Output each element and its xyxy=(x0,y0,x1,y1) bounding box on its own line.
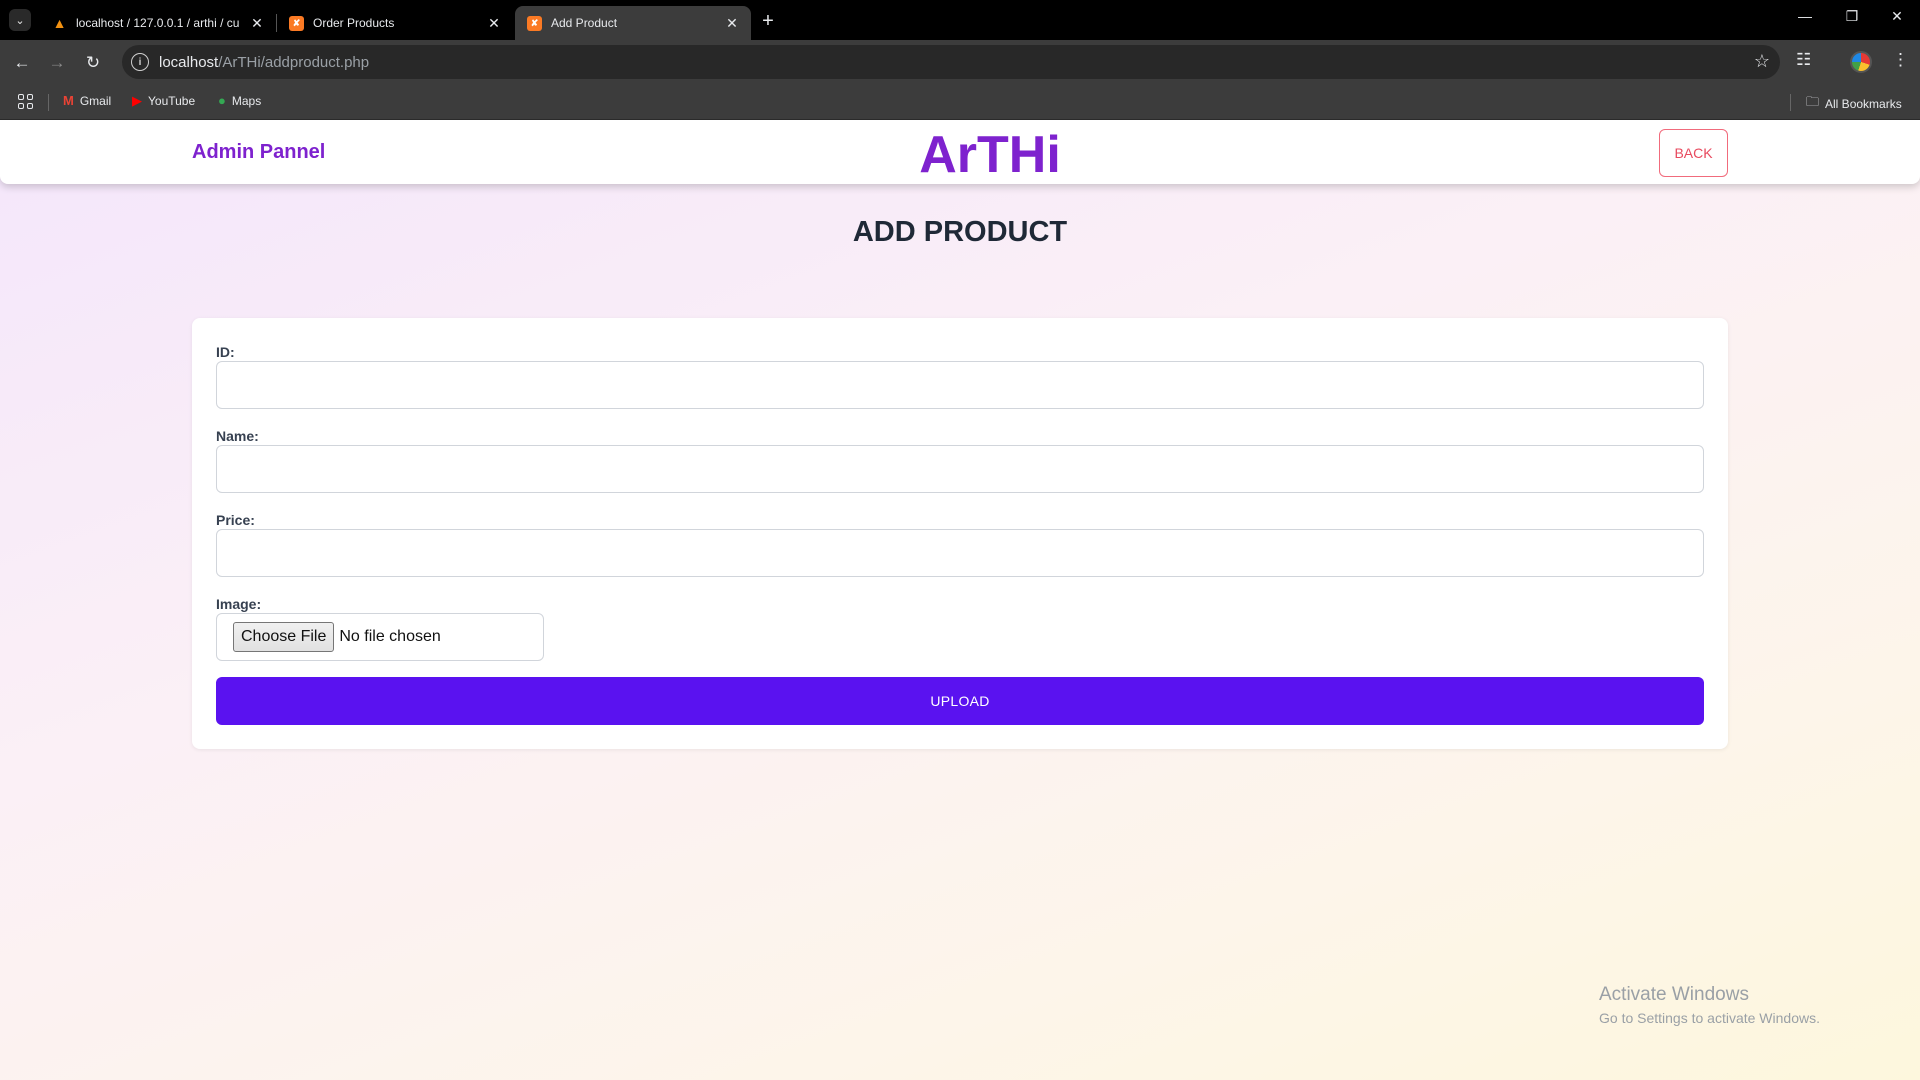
browser-tab-phpmyadmin[interactable]: ▲ localhost / 127.0.0.1 / arthi / cu ✕ xyxy=(40,6,276,40)
xampp-icon: ✘ xyxy=(527,15,542,31)
page-title: ADD PRODUCT xyxy=(852,216,1068,248)
bookmarks-bar: M Gmail ▶ YouTube ● Maps 🗀 All Bookmarks xyxy=(0,85,1920,120)
no-file-text: No file chosen xyxy=(339,628,441,645)
youtube-icon: ▶ xyxy=(132,93,142,108)
brand-logo: ArTHi xyxy=(919,126,1061,184)
watermark-title: Activate Windows xyxy=(1599,984,1749,1005)
bookmark-divider xyxy=(1790,94,1791,111)
window-close-icon[interactable]: ✕ xyxy=(1885,8,1909,25)
forward-arrow-icon[interactable]: → xyxy=(44,50,70,76)
bookmark-label: Maps xyxy=(231,93,262,108)
back-arrow-icon[interactable]: ← xyxy=(9,50,35,76)
url-host: localhost xyxy=(159,53,219,71)
tab-title: Order Products xyxy=(313,16,395,30)
xampp-icon: ✘ xyxy=(289,15,304,31)
image-file-input[interactable]: Choose File No file chosen xyxy=(216,613,544,661)
tab-title: Add Product xyxy=(551,16,618,30)
close-icon[interactable]: ✕ xyxy=(248,14,266,32)
bookmark-star-icon[interactable]: ☆ xyxy=(1754,51,1770,72)
menu-dots-icon[interactable]: ⋮ xyxy=(1892,50,1909,70)
browser-toolbar: ← → ↻ i localhost/ArTHi/addproduct.php ☆… xyxy=(0,40,1920,85)
gmail-icon: M xyxy=(63,93,74,108)
url-text[interactable]: localhost/ArTHi/addproduct.php xyxy=(159,54,369,71)
browser-tab-bar: ⌄ ▲ localhost / 127.0.0.1 / arthi / cu ✕… xyxy=(0,0,1920,40)
choose-file-button[interactable]: Choose File xyxy=(233,622,335,652)
name-input[interactable] xyxy=(216,445,1704,493)
restore-icon[interactable]: ❐ xyxy=(1840,8,1864,25)
maps-icon: ● xyxy=(218,93,226,108)
add-product-form: ID: Name: Price: Image: Choose File No f… xyxy=(192,318,1728,749)
apps-grid-icon[interactable] xyxy=(18,94,33,109)
upload-button[interactable]: UPLOAD xyxy=(216,677,1704,725)
profile-avatar[interactable] xyxy=(1850,51,1872,73)
site-header: Admin Pannel ArTHi BACK xyxy=(0,120,1920,184)
windows-activation-watermark: Activate Windows Go to Settings to activ… xyxy=(1599,984,1820,1026)
price-label: Price: xyxy=(216,512,255,528)
minimize-icon[interactable]: — xyxy=(1793,8,1817,24)
address-bar[interactable]: i localhost/ArTHi/addproduct.php ☆ xyxy=(122,45,1780,79)
all-bookmarks-label: All Bookmarks xyxy=(1825,97,1902,111)
close-icon[interactable]: ✕ xyxy=(485,14,503,32)
new-tab-plus-icon[interactable]: + xyxy=(756,9,780,33)
tab-search-chevron-icon[interactable]: ⌄ xyxy=(9,9,31,31)
tab-title: localhost / 127.0.0.1 / arthi / cu xyxy=(76,16,240,30)
browser-tab-order-products[interactable]: ✘ Order Products ✕ xyxy=(277,6,513,40)
bookmark-gmail[interactable]: M Gmail xyxy=(63,93,111,108)
bookmark-youtube[interactable]: ▶ YouTube xyxy=(132,93,195,109)
reload-icon[interactable]: ↻ xyxy=(80,50,106,76)
url-path: /ArTHi/addproduct.php xyxy=(218,53,370,71)
extensions-puzzle-icon[interactable]: ☷ xyxy=(1796,50,1811,70)
price-input[interactable] xyxy=(216,529,1704,577)
image-label: Image: xyxy=(216,596,262,612)
close-icon[interactable]: ✕ xyxy=(723,14,741,32)
site-info-icon[interactable]: i xyxy=(131,53,149,71)
folder-icon: 🗀 xyxy=(1806,94,1820,109)
watermark-subtitle: Go to Settings to activate Windows. xyxy=(1599,1010,1820,1026)
all-bookmarks[interactable]: 🗀 All Bookmarks xyxy=(1806,93,1902,115)
page-content: Admin Pannel ArTHi BACK ADD PRODUCT ID: … xyxy=(0,120,1920,1080)
back-button[interactable]: BACK xyxy=(1659,129,1728,177)
bookmark-maps[interactable]: ● Maps xyxy=(218,93,261,108)
id-input[interactable] xyxy=(216,361,1704,409)
bookmark-divider xyxy=(48,94,49,111)
browser-tab-add-product[interactable]: ✘ Add Product ✕ xyxy=(515,6,751,40)
phpmyadmin-icon: ▲ xyxy=(52,15,67,31)
bookmark-label: Gmail xyxy=(79,93,112,108)
id-label: ID: xyxy=(216,344,235,360)
name-label: Name: xyxy=(216,428,259,444)
bookmark-label: YouTube xyxy=(148,94,196,108)
